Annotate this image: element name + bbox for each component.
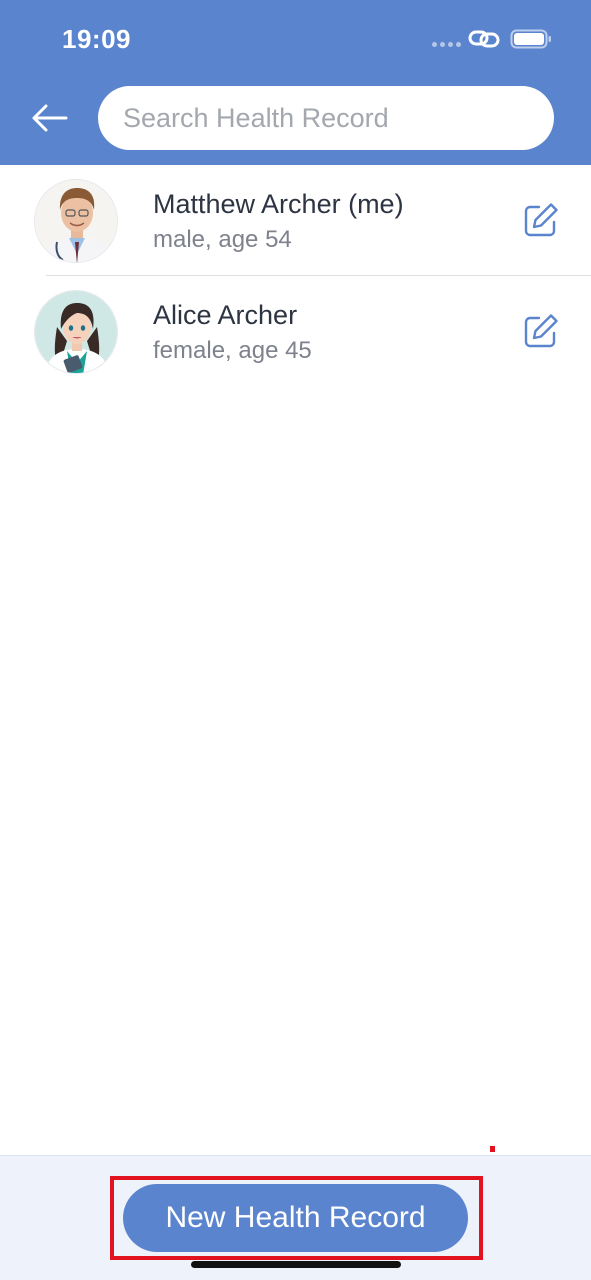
record-name: Alice Archer [153,300,298,330]
list-item[interactable]: Alice Archer female, age 45 [0,276,591,387]
new-health-record-button[interactable]: New Health Record [123,1184,468,1252]
battery-icon [510,28,552,50]
search-input[interactable] [123,102,533,134]
back-button[interactable] [26,98,72,138]
record-details: male, age 54 [153,226,292,253]
link-icon [468,28,500,50]
signal-dots-icon [432,42,462,48]
record-details: female, age 45 [153,337,312,364]
record-name: Matthew Archer (me) [153,189,404,219]
list-item[interactable]: Matthew Archer (me) male, age 54 [0,165,591,276]
app-header: 19:09 [0,0,591,165]
health-record-list: Matthew Archer (me) male, age 54 Alice A… [0,165,591,387]
arrow-left-icon [32,104,68,132]
edit-record-button[interactable] [522,201,560,239]
female-nurse-avatar [34,290,118,374]
bottom-action-bar: New Health Record [0,1146,591,1280]
edit-icon [524,314,558,348]
highlight-marker [490,1146,495,1152]
edit-record-button[interactable] [522,312,560,350]
edit-icon [524,203,558,237]
status-time: 19:09 [62,24,131,54]
male-doctor-avatar [34,179,118,263]
search-field[interactable] [98,86,554,150]
home-indicator [191,1261,401,1268]
